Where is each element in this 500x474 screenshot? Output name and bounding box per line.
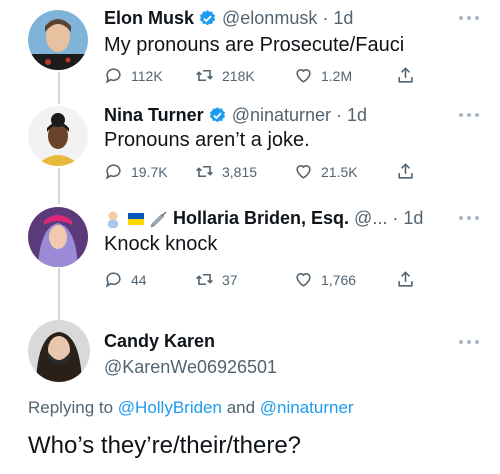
replying-and: and	[221, 398, 260, 417]
tweet-text: Pronouns aren’t a joke.	[104, 129, 310, 151]
reply-button[interactable]: 112K	[104, 66, 163, 85]
share-icon	[398, 67, 413, 83]
reply-text: Who’s they’re/their/there?	[28, 432, 302, 459]
tweet-header: Elon Musk @elonmusk · 1d	[104, 8, 353, 29]
retweet-icon	[196, 165, 213, 178]
more-options-icon[interactable]	[458, 338, 480, 346]
heart-icon	[296, 69, 311, 83]
avatar[interactable]	[28, 320, 90, 382]
avatar[interactable]	[28, 207, 88, 267]
more-options-icon[interactable]	[458, 214, 480, 222]
like-count: 1,766	[321, 271, 357, 288]
like-count: 21.5K	[321, 163, 358, 180]
share-button[interactable]	[396, 66, 415, 90]
retweet-icon	[196, 69, 213, 82]
tweet-text: Knock knock	[104, 233, 218, 255]
syringe-emoji	[150, 210, 168, 228]
reply-count: 112K	[131, 67, 163, 84]
like-button[interactable]: 1,766	[294, 270, 356, 289]
heart-icon	[296, 273, 311, 287]
author-handle[interactable]: @... · 1d	[354, 208, 423, 229]
reply-count: 19.7K	[131, 163, 168, 180]
author-name[interactable]: Elon Musk	[104, 8, 194, 29]
retweet-button[interactable]: 37	[195, 270, 238, 289]
author-name[interactable]: Hollaria Briden, Esq.	[173, 208, 349, 229]
mention-link[interactable]: @ninaturner	[260, 398, 354, 417]
reply-button[interactable]: 19.7K	[104, 162, 168, 181]
author-handle[interactable]: @elonmusk · 1d	[222, 8, 353, 29]
reply-icon	[105, 68, 121, 84]
tweet-text: My pronouns are Prosecute/Fauci	[104, 34, 405, 56]
verified-badge-icon	[208, 106, 227, 125]
thread-line	[58, 268, 60, 320]
more-options-icon[interactable]	[458, 111, 480, 119]
retweet-button[interactable]: 218K	[195, 66, 255, 85]
more-options-icon[interactable]	[458, 14, 480, 22]
tweet-actions: 44 37 1,766	[104, 270, 424, 292]
retweet-icon	[196, 273, 213, 286]
thread-line	[58, 72, 60, 104]
author-handle[interactable]: @ninaturner · 1d	[232, 105, 367, 126]
verified-badge-icon	[198, 9, 217, 28]
author-handle[interactable]: @KarenWe06926501	[104, 357, 277, 378]
retweet-count: 3,815	[222, 163, 258, 180]
retweet-count: 37	[222, 271, 238, 288]
avatar[interactable]	[28, 10, 88, 70]
share-icon	[398, 271, 413, 287]
share-button[interactable]	[396, 162, 415, 186]
author-name[interactable]: Candy Karen	[104, 331, 215, 352]
retweet-count: 218K	[222, 67, 255, 84]
author-name[interactable]: Nina Turner	[104, 105, 204, 126]
avatar[interactable]	[28, 106, 88, 166]
tweet-actions: 112K 218K 1.2M	[104, 66, 424, 88]
reply-button[interactable]: 44	[104, 270, 147, 289]
like-button[interactable]: 21.5K	[294, 162, 358, 181]
reply-count: 44	[131, 271, 147, 288]
tweet-header: Hollaria Briden, Esq. @... · 1d	[104, 208, 423, 229]
share-icon	[398, 163, 413, 179]
retweet-button[interactable]: 3,815	[195, 162, 257, 181]
share-button[interactable]	[396, 270, 415, 294]
like-count: 1.2M	[321, 67, 353, 84]
tweet-header: Nina Turner @ninaturner · 1d	[104, 105, 367, 126]
replying-prefix: Replying to	[28, 398, 118, 417]
like-button[interactable]: 1.2M	[294, 66, 352, 85]
mention-link[interactable]: @HollyBriden	[118, 398, 222, 417]
thread-line	[58, 168, 60, 204]
replying-to: Replying to @HollyBriden and @ninaturner	[28, 398, 354, 418]
reply-icon	[105, 164, 121, 180]
baby-emoji	[104, 210, 122, 228]
ukraine-flag-emoji	[127, 210, 145, 228]
tweet-actions: 19.7K 3,815 21.5K	[104, 162, 424, 184]
heart-icon	[296, 165, 311, 179]
reply-icon	[105, 272, 121, 288]
